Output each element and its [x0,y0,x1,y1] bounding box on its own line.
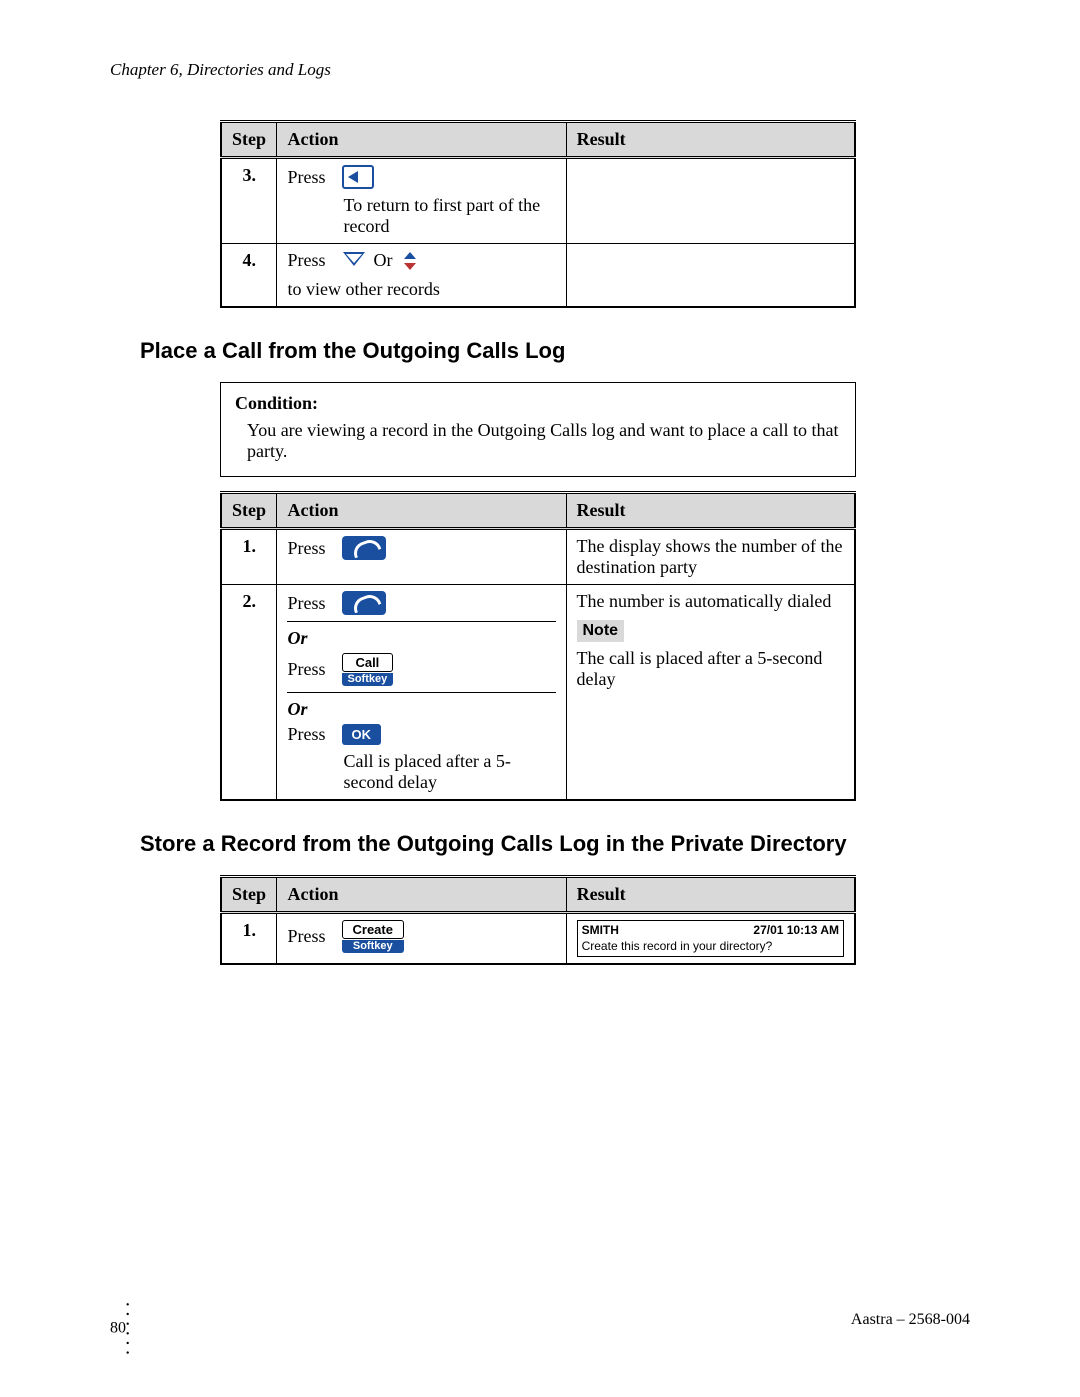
condition-text: You are viewing a record in the Outgoing… [235,420,841,462]
press-label: Press [287,593,325,614]
procedure-table-2: Step Action Result 1. Press The display … [220,491,856,801]
table-row: 4. Press Or to view other records [221,244,855,308]
result-note-body: The call is placed after a 5-second dela… [577,648,845,690]
action-text: Call is placed after a 5-second delay [343,751,555,793]
chapter-header: Chapter 6, Directories and Logs [110,60,970,80]
press-label: Press [287,926,325,947]
section-heading: Store a Record from the Outgoing Calls L… [140,831,970,857]
display-name: SMITH [582,923,619,939]
scroll-icon [401,252,419,270]
press-label: Press [287,538,325,559]
th-action: Action [277,877,566,913]
th-action: Action [277,493,566,529]
step-num: 4. [221,244,277,308]
th-step: Step [221,877,277,913]
or-label: Or [374,250,393,271]
doc-id: Aastra – 2568-004 [851,1311,970,1347]
softkey-call: Call Softkey [342,653,394,686]
th-result: Result [566,877,855,913]
phone-display: SMITH 27/01 10:13 AM Create this record … [577,920,844,957]
th-action: Action [277,122,566,158]
handset-icon [342,591,386,615]
left-arrow-key-icon [342,165,374,189]
condition-label: Condition: [235,393,841,414]
press-label: Press [287,724,325,745]
step-num: 3. [221,158,277,244]
display-datetime: 27/01 10:13 AM [753,923,839,939]
press-label: Press [287,167,325,188]
result-cell [566,244,855,308]
note-badge: Note [577,620,625,642]
th-step: Step [221,122,277,158]
result-cell: The display shows the number of the dest… [566,529,855,585]
th-result: Result [566,122,855,158]
softkey-create: Create Softkey [342,920,404,953]
softkey-label: Call [342,653,394,672]
display-prompt: Create this record in your directory? [582,939,839,955]
th-step: Step [221,493,277,529]
section-heading: Place a Call from the Outgoing Calls Log [140,338,970,364]
handset-icon [342,536,386,560]
step-num: 2. [221,585,277,801]
procedure-table-3: Step Action Result 1. Press Create Softk… [220,875,856,965]
action-text: to view other records [287,279,439,300]
or-label: Or [287,699,555,720]
down-arrow-icon [342,252,366,270]
step-num: 1. [221,913,277,965]
press-label: Press [287,659,325,680]
dots-decoration [138,1311,148,1347]
page-footer: 80 Aastra – 2568-004 [110,1311,970,1347]
table-row: 3. Press To return to first part of the … [221,158,855,244]
or-label: Or [287,628,555,649]
condition-box: Condition: You are viewing a record in t… [220,382,856,477]
th-result: Result [566,493,855,529]
ok-button-icon: OK [342,724,382,745]
softkey-caption: Softkey [342,940,404,953]
softkey-caption: Softkey [342,673,394,686]
result-line: The number is automatically dialed [577,591,845,612]
action-text: To return to first part of the record [343,195,555,237]
step-num: 1. [221,529,277,585]
procedure-table-1: Step Action Result 3. Press To return to… [220,120,856,308]
table-row: 1. Press Create Softkey SMITH 27/ [221,913,855,965]
result-cell [566,158,855,244]
table-row: 2. Press Or Press Call Softkey [221,585,855,801]
press-label: Press [287,250,325,271]
softkey-label: Create [342,920,404,939]
table-row: 1. Press The display shows the number of… [221,529,855,585]
